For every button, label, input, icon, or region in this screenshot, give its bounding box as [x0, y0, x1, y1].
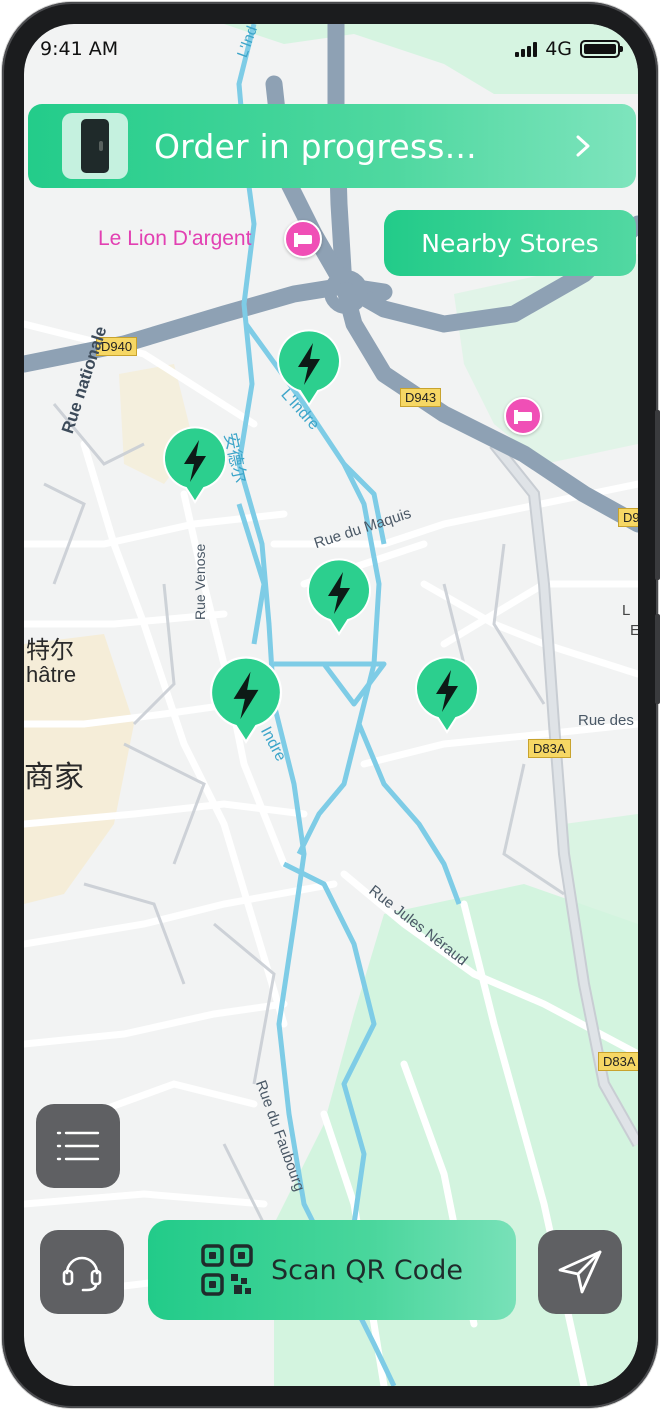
phone-frame: Le Lion D'argent D940 D943 D83A D83A D9 …: [2, 2, 660, 1408]
battery-icon: [580, 40, 623, 58]
hotel-marker-1[interactable]: [284, 220, 322, 258]
charging-station-pin-4[interactable]: [208, 656, 284, 744]
street-rue-jules-neraud: Rue Jules Néraud: [365, 882, 471, 970]
side-button-power: [655, 614, 660, 704]
road-shield-d83a-2: D83A: [598, 1052, 638, 1071]
town-label-fr: hâtre: [26, 662, 77, 687]
charger-device-thumbnail: [62, 113, 128, 179]
navigation-arrow-icon: [558, 1250, 602, 1294]
screen: Le Lion D'argent D940 D943 D83A D83A D9 …: [24, 24, 638, 1386]
right-edge-label-e: E: [630, 622, 638, 639]
menu-button[interactable]: [36, 1104, 120, 1188]
charging-station-pin-1[interactable]: [276, 329, 342, 407]
nearby-stores-button[interactable]: Nearby Stores: [384, 210, 636, 276]
street-rue-des: Rue des: [578, 712, 634, 729]
scan-qr-code-label: Scan QR Code: [271, 1254, 463, 1286]
status-bar: 9:41 AM 4G: [24, 24, 638, 74]
navigate-button[interactable]: [538, 1230, 622, 1314]
menu-icon: [56, 1131, 100, 1161]
side-button-volume: [655, 410, 660, 580]
merchant-label-cn: 商家: [24, 761, 84, 794]
power-bank-icon: [81, 119, 109, 173]
signal-icon: [515, 41, 538, 57]
chevron-right-icon[interactable]: [570, 133, 596, 159]
street-rue-venose: Rue Venose: [192, 543, 208, 620]
order-in-progress-banner[interactable]: Order in progress...: [28, 104, 636, 188]
road-shield-d9: D9: [618, 508, 638, 527]
status-indicators: 4G: [515, 38, 623, 60]
customer-support-button[interactable]: [40, 1230, 124, 1314]
road-shield-d943: D943: [400, 388, 442, 407]
headset-icon: [62, 1256, 102, 1292]
hotel-marker-2[interactable]: [504, 397, 542, 435]
hotel-label[interactable]: Le Lion D'argent: [98, 227, 251, 251]
network-type: 4G: [545, 38, 572, 60]
charging-station-pin-3[interactable]: [306, 558, 372, 636]
bed-icon: [294, 233, 312, 247]
right-edge-label-l: L: [622, 602, 631, 619]
qr-code-icon: [201, 1244, 253, 1296]
charging-station-pin-5[interactable]: [414, 656, 480, 734]
order-status-text: Order in progress...: [154, 126, 477, 166]
status-time: 9:41 AM: [40, 38, 119, 60]
street-rue-du-faubourg: Rue du Faubourg: [252, 1078, 308, 1194]
road-shield-d83a: D83A: [528, 739, 571, 758]
charging-station-pin-2[interactable]: [162, 426, 228, 504]
street-rue-nationale: Rue nationale: [58, 323, 111, 436]
scan-qr-code-button[interactable]: Scan QR Code: [148, 1220, 516, 1320]
bed-icon: [514, 410, 532, 424]
town-label-cn: 特尔: [26, 637, 74, 664]
nearby-stores-label: Nearby Stores: [421, 228, 599, 258]
street-rue-du-maquis: Rue du Maquis: [312, 504, 414, 553]
